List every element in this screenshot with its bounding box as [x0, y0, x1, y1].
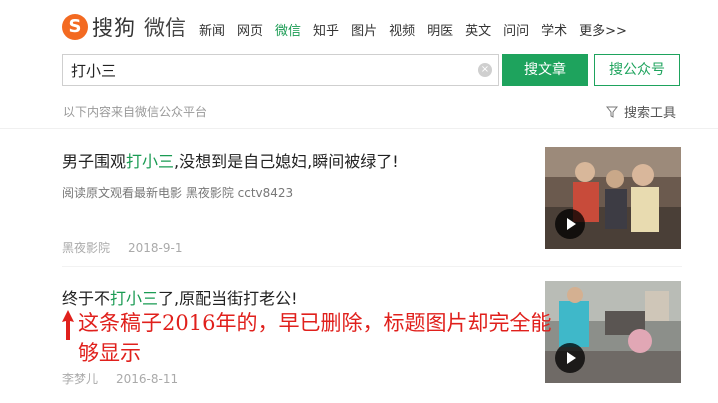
result-title-highlight: 打小三: [126, 152, 175, 171]
nav-tab-zhihu[interactable]: 知乎: [313, 20, 339, 39]
nav-tab-video[interactable]: 视频: [389, 20, 415, 39]
result-title-highlight: 打小三: [110, 289, 159, 308]
result-meta: 李梦儿 2016-8-11: [62, 370, 178, 387]
annotation-line: 够显示: [78, 341, 141, 365]
header: S 搜狗 微信 新闻 网页 微信 知乎 图片 视频 明医 英文 问问 学术 更多…: [0, 0, 718, 50]
nav-tab-news[interactable]: 新闻: [199, 20, 225, 39]
red-arrow-icon: [62, 310, 74, 340]
result-thumbnail[interactable]: [545, 147, 681, 249]
search-tools-button[interactable]: 搜索工具: [606, 102, 676, 121]
nav-tabs: 新闻 网页 微信 知乎 图片 视频 明医 英文 问问 学术 更多>>: [199, 20, 639, 39]
nav-tab-weixin[interactable]: 微信: [275, 20, 301, 39]
logo-text: 搜狗: [92, 16, 136, 40]
result-separator: [62, 266, 682, 267]
result-date: 2018-9-1: [128, 241, 183, 255]
logo-subtitle: 微信: [144, 16, 186, 40]
result-date: 2016-8-11: [116, 372, 179, 386]
search-accounts-button[interactable]: 搜公众号: [594, 54, 680, 86]
result-author[interactable]: 黑夜影院: [62, 241, 110, 255]
nav-tab-web[interactable]: 网页: [237, 20, 263, 39]
result-author[interactable]: 李梦儿: [62, 372, 98, 386]
nav-tab-wenwen[interactable]: 问问: [503, 20, 529, 39]
nav-tab-english[interactable]: 英文: [465, 20, 491, 39]
nav-tab-images[interactable]: 图片: [351, 20, 377, 39]
nav-tab-more[interactable]: 更多>>: [579, 20, 627, 39]
result-title-suffix: 了,原配当街打老公!: [158, 289, 298, 308]
result-title-prefix: 男子围观: [62, 152, 127, 171]
search-box: ×: [62, 54, 499, 86]
sogou-weixin-logo[interactable]: S 搜狗 微信: [62, 12, 186, 42]
annotation-line: 这条稿子2016年的，早已删除，标题图片却完全能: [78, 311, 552, 335]
nav-tab-mingyi[interactable]: 明医: [427, 20, 453, 39]
filter-icon: [606, 106, 618, 118]
nav-tab-scholar[interactable]: 学术: [541, 20, 567, 39]
search-articles-button[interactable]: 搜文章: [502, 54, 588, 86]
play-icon: [555, 209, 585, 239]
source-note: 以下内容来自微信公众平台: [63, 105, 208, 119]
annotation-text: 这条稿子2016年的，早已删除，标题图片却完全能 够显示: [78, 308, 718, 368]
result-title-prefix: 终于不: [62, 289, 111, 308]
search-input[interactable]: [71, 55, 471, 85]
result-title-suffix: ,没想到是自己媳妇,瞬间被绿了!: [174, 152, 399, 171]
search-tools-label: 搜索工具: [624, 106, 677, 121]
divider: [0, 128, 718, 129]
clear-icon[interactable]: ×: [478, 63, 492, 77]
sogou-logo-icon: S: [62, 14, 88, 40]
